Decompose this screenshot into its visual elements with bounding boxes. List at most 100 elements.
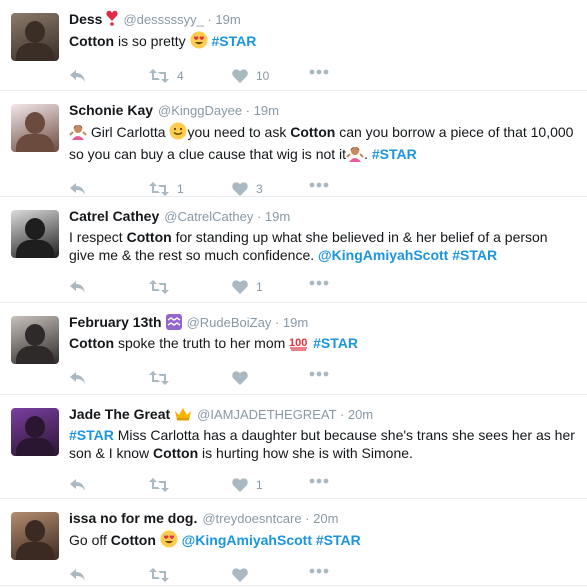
mention-link[interactable]: @KingAmiyahScott bbox=[182, 532, 312, 548]
display-name[interactable]: Dess bbox=[69, 11, 102, 27]
ellipsis-icon bbox=[309, 182, 329, 188]
tweet-actions: 4 10 bbox=[69, 69, 575, 89]
grin-face-icon bbox=[169, 122, 187, 144]
reply-button[interactable] bbox=[69, 478, 87, 492]
retweet-icon bbox=[149, 568, 169, 582]
reply-button[interactable] bbox=[69, 568, 87, 582]
display-name[interactable]: issa no for me dog. bbox=[69, 510, 197, 526]
tweet[interactable]: Catrel Cathey @CatrelCathey · 19m I respec… bbox=[0, 197, 587, 303]
tweet-text: Go off Cotton @KingAmiyahScott #STAR bbox=[69, 530, 575, 552]
hashtag-link[interactable]: #STAR bbox=[452, 247, 497, 263]
more-button[interactable] bbox=[309, 568, 329, 574]
retweet-button[interactable] bbox=[149, 371, 177, 385]
avatar[interactable] bbox=[11, 512, 59, 560]
keyword-highlight: Cotton bbox=[153, 445, 199, 461]
hashtag-link[interactable]: #STAR bbox=[313, 335, 358, 351]
user-handle[interactable]: @desssssyy_ bbox=[123, 12, 203, 27]
user-handle[interactable]: @IAMJADETHEGREAT bbox=[197, 407, 336, 422]
timestamp[interactable]: 20m bbox=[313, 511, 338, 526]
like-button[interactable]: 10 bbox=[232, 69, 269, 83]
reply-icon bbox=[69, 69, 87, 83]
text-segment: Girl Carlotta bbox=[87, 124, 170, 140]
like-count: 1 bbox=[256, 280, 263, 294]
tweet-text: #STAR Miss Carlotta has a daughter but b… bbox=[69, 426, 575, 462]
separator-dot: · bbox=[301, 511, 314, 526]
like-count: 10 bbox=[256, 69, 270, 83]
tweet-header: Dess @desssssyy_ · 19m bbox=[69, 10, 575, 29]
retweet-icon bbox=[149, 371, 169, 385]
text-segment: is so pretty bbox=[114, 33, 190, 49]
like-button[interactable]: 3 bbox=[232, 182, 263, 196]
reply-button[interactable] bbox=[69, 69, 87, 83]
reply-button[interactable] bbox=[69, 371, 87, 385]
retweet-button[interactable] bbox=[149, 280, 177, 294]
timestamp[interactable]: 19m bbox=[265, 209, 290, 224]
user-handle[interactable]: @RudeBoiZay bbox=[187, 315, 272, 330]
timestamp[interactable]: 19m bbox=[283, 315, 308, 330]
tweet-header: Catrel Cathey @CatrelCathey · 19m bbox=[69, 207, 575, 226]
reply-button[interactable] bbox=[69, 280, 87, 294]
display-name[interactable]: Catrel Cathey bbox=[69, 208, 159, 224]
svg-text:100: 100 bbox=[289, 337, 307, 349]
ellipsis-icon bbox=[309, 568, 329, 574]
retweet-button[interactable] bbox=[149, 568, 177, 582]
ellipsis-icon bbox=[309, 280, 329, 286]
keyword-highlight: Cotton bbox=[110, 532, 156, 548]
like-button[interactable]: 1 bbox=[232, 478, 263, 492]
avatar[interactable] bbox=[11, 210, 59, 258]
tweet[interactable]: Jade The Great @IAMJADETHEGREAT · 20m #STA… bbox=[0, 395, 587, 499]
hashtag-link[interactable]: #STAR bbox=[316, 532, 361, 548]
tweet[interactable]: Dess @desssssyy_ · 19m Cotton is so pretty… bbox=[0, 0, 587, 91]
display-name[interactable]: Schonie Kay bbox=[69, 102, 153, 118]
tweet-header: February 13th @RudeBoiZay · 19m bbox=[69, 313, 575, 332]
user-handle[interactable]: @treydoesntcare bbox=[202, 511, 301, 526]
keyword-highlight: Cotton bbox=[69, 33, 115, 49]
ellipsis-icon bbox=[309, 478, 329, 484]
tweet[interactable]: Schonie Kay @KinggDayee · 19m Girl Carlot… bbox=[0, 91, 587, 197]
heart-icon bbox=[232, 182, 248, 196]
more-button[interactable] bbox=[309, 182, 329, 188]
more-button[interactable] bbox=[309, 371, 329, 377]
more-button[interactable] bbox=[309, 280, 329, 286]
tweet-text: Girl Carlotta you need to ask Cotton can… bbox=[69, 122, 575, 166]
display-name[interactable]: February 13th bbox=[69, 314, 162, 330]
mention-link[interactable]: @KingAmiyahScott bbox=[318, 247, 448, 263]
text-segment: I respect bbox=[69, 229, 127, 245]
avatar[interactable] bbox=[11, 316, 59, 364]
avatar[interactable] bbox=[11, 13, 59, 61]
ellipsis-icon bbox=[309, 371, 329, 377]
retweet-button[interactable] bbox=[149, 478, 177, 492]
heart-eyes-icon bbox=[190, 31, 208, 53]
woman-shrug-icon bbox=[69, 122, 87, 144]
tweet-text: I respect Cotton for standing up what sh… bbox=[69, 228, 575, 264]
reply-button[interactable] bbox=[69, 182, 87, 196]
hashtag-link[interactable]: #STAR bbox=[211, 33, 256, 49]
retweet-button[interactable]: 1 bbox=[149, 182, 184, 196]
user-handle[interactable]: @KinggDayee bbox=[158, 103, 242, 118]
timestamp[interactable]: 19m bbox=[215, 12, 240, 27]
tweet[interactable]: February 13th @RudeBoiZay · 19m Cotton spo… bbox=[0, 303, 587, 395]
tweet-text: Cotton spoke the truth to her mom 100 #S… bbox=[69, 334, 575, 355]
tweet-feed: Dess @desssssyy_ · 19m Cotton is so pretty… bbox=[0, 0, 587, 586]
retweet-count: 1 bbox=[177, 182, 184, 196]
hashtag-link[interactable]: #STAR bbox=[69, 427, 114, 443]
like-button[interactable] bbox=[232, 371, 256, 385]
timestamp[interactable]: 20m bbox=[348, 407, 373, 422]
user-handle[interactable]: @CatrelCathey bbox=[164, 209, 253, 224]
avatar[interactable] bbox=[11, 408, 59, 456]
tweet-header: Schonie Kay @KinggDayee · 19m bbox=[69, 101, 575, 120]
more-button[interactable] bbox=[309, 478, 329, 484]
ellipsis-icon bbox=[309, 69, 329, 75]
timestamp[interactable]: 19m bbox=[254, 103, 279, 118]
retweet-button[interactable]: 4 bbox=[149, 69, 184, 83]
avatar[interactable] bbox=[11, 104, 59, 152]
heart-icon bbox=[232, 69, 248, 83]
like-button[interactable]: 1 bbox=[232, 280, 263, 294]
heart-eyes-icon bbox=[160, 530, 178, 552]
reply-icon bbox=[69, 182, 87, 196]
display-name[interactable]: Jade The Great bbox=[69, 406, 170, 422]
like-button[interactable] bbox=[232, 568, 256, 582]
hashtag-link[interactable]: #STAR bbox=[372, 146, 417, 162]
tweet[interactable]: issa no for me dog. @treydoesntcare · 20m… bbox=[0, 499, 587, 586]
more-button[interactable] bbox=[309, 69, 329, 75]
